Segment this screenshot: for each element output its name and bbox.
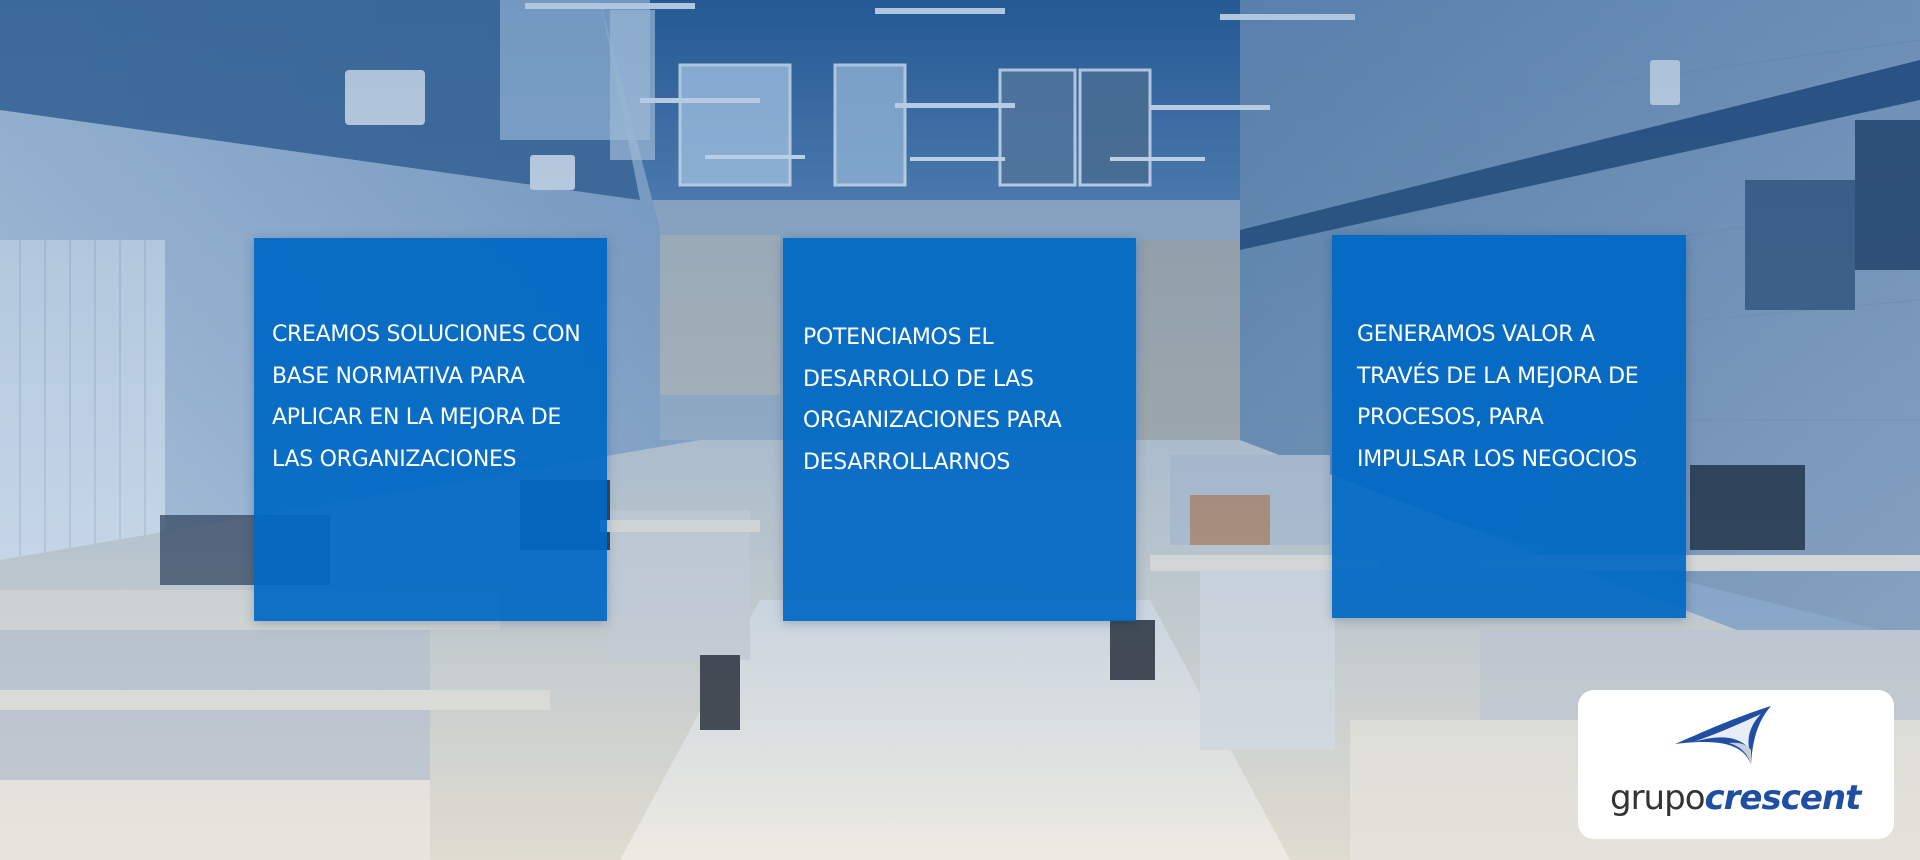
crescent-logo-mark-icon [1675,706,1771,764]
logo-word-crescent: crescent [1704,778,1862,818]
info-card-value: GENERAMOS VALOR A TRAVÉS DE LA MEJORA DE… [1332,235,1686,618]
company-logo[interactable]: grupocrescent [1578,690,1894,839]
logo-wordmark: grupocrescent [1610,778,1862,818]
logo-word-grupo: grupo [1610,778,1705,818]
info-card-solutions: CREAMOS SOLUCIONES CON BASE NORMATIVA PA… [254,238,607,621]
card-text: GENERAMOS VALOR A TRAVÉS DE LA MEJORA DE… [1357,322,1639,472]
card-text: POTENCIAMOS EL DESARROLLO DE LAS ORGANIZ… [803,325,1062,475]
info-card-development: POTENCIAMOS EL DESARROLLO DE LAS ORGANIZ… [783,238,1136,621]
card-text: CREAMOS SOLUCIONES CON BASE NORMATIVA PA… [272,322,581,472]
